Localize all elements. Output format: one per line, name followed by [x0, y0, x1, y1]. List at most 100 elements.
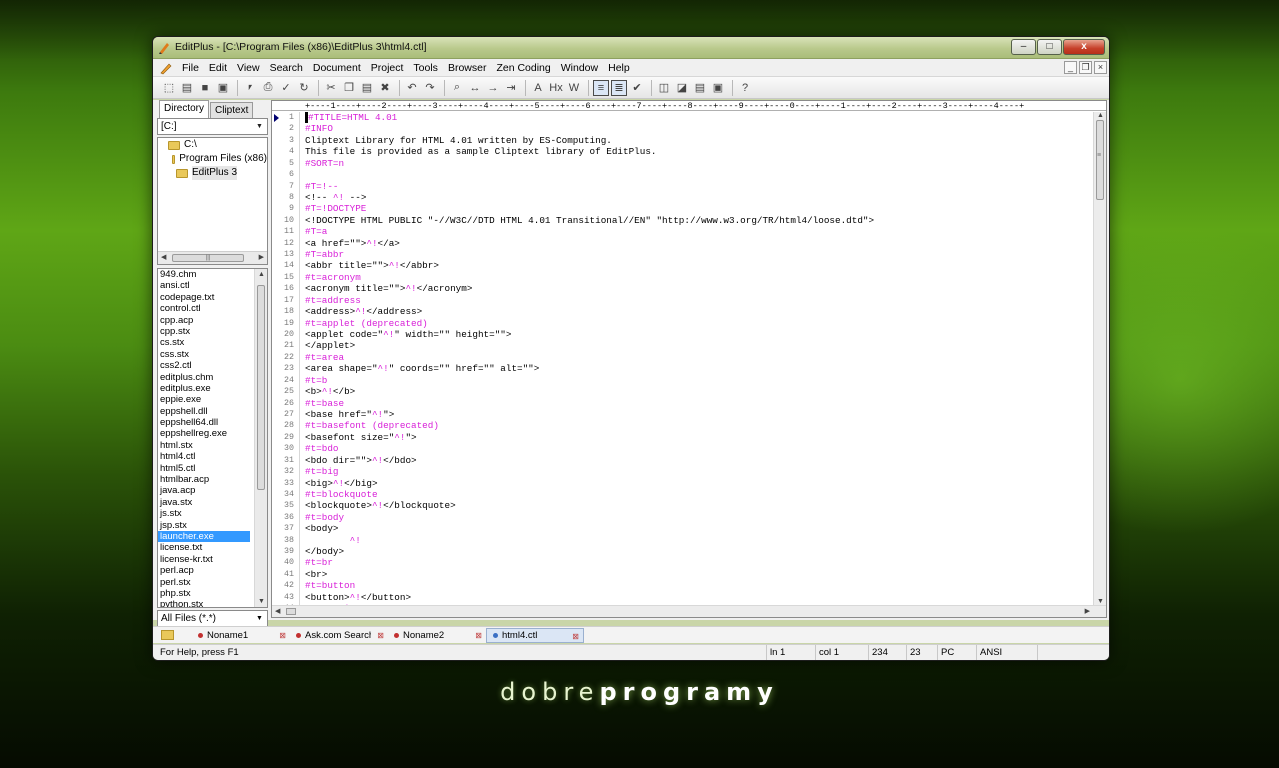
file-list-item[interactable]: html4.ctl [158, 451, 250, 462]
ruler-icon[interactable]: ≡ [593, 79, 609, 96]
code-line[interactable]: 10 <!DOCTYPE HTML PUBLIC "-//W3C//DTD HTM… [272, 215, 1093, 226]
code-line[interactable]: 20 <applet code="^!" width="" height=""> [272, 329, 1093, 340]
word-wrap-icon[interactable]: W [566, 80, 582, 96]
full-screen-icon[interactable]: ▣ [710, 80, 726, 96]
file-list-item[interactable]: python.stx [158, 599, 250, 607]
cliptext-window-icon[interactable]: ◪ [674, 80, 690, 96]
tree-item-editplus[interactable]: EditPlus 3 [158, 166, 267, 180]
file-list-item[interactable]: cpp.stx [158, 326, 250, 337]
code-line[interactable]: 7 #T=!-- [272, 181, 1093, 192]
file-list-item[interactable]: perl.stx [158, 577, 250, 588]
menu-search[interactable]: Search [265, 59, 308, 77]
scroll-left-icon[interactable]: ◀ [161, 253, 166, 261]
scroll-down-icon[interactable]: ▼ [1097, 598, 1104, 605]
new-file-icon[interactable]: ⬚ [161, 80, 177, 96]
scroll-thumb[interactable] [286, 608, 296, 615]
minimize-button[interactable]: – [1011, 39, 1036, 55]
spell-check-icon[interactable]: ✓ [278, 80, 294, 96]
code-line[interactable]: 30 #t=bdo [272, 443, 1093, 454]
code-line[interactable]: 8 <!-- ^! --> [272, 192, 1093, 203]
code-line[interactable]: 39 </body> [272, 546, 1093, 557]
delete-icon[interactable]: ✖ [377, 80, 393, 96]
doc-tab-noname1[interactable]: Noname1 ⊠ [192, 628, 290, 643]
chevron-down-icon[interactable]: ▼ [253, 120, 266, 133]
font-icon[interactable]: A [530, 80, 546, 96]
menu-zen-coding[interactable]: Zen Coding [491, 59, 555, 77]
code-line[interactable]: 25 <b>^!</b> [272, 386, 1093, 397]
check-icon[interactable]: ✔ [629, 80, 645, 96]
menu-view[interactable]: View [232, 59, 265, 77]
hex-icon[interactable]: Hx [548, 80, 564, 96]
doc-tab-ask-com-search-er[interactable]: Ask.com Search Er ⊠ [290, 628, 388, 643]
code-line[interactable]: 18 <address>^!</address> [272, 306, 1093, 317]
code-line[interactable]: 35 <blockquote>^!</blockquote> [272, 500, 1093, 511]
mdi-restore-button[interactable]: ❐ [1079, 61, 1092, 74]
file-list-item[interactable]: cs.stx [158, 337, 250, 348]
tab-close-icon[interactable]: ⊠ [572, 629, 579, 642]
cut-icon[interactable]: ✂ [323, 80, 339, 96]
code-line[interactable]: 41 <br> [272, 569, 1093, 580]
drive-select[interactable]: [C:] ▼ [157, 118, 268, 135]
code-line[interactable]: 2 #INFO [272, 123, 1093, 134]
help-icon[interactable]: ? [737, 80, 753, 96]
file-list-item[interactable]: eppshellreg.exe [158, 428, 250, 439]
copy-icon[interactable]: ❐ [341, 80, 357, 96]
save-icon[interactable]: ■ [197, 80, 213, 96]
code-line[interactable]: 23 <area shape="^!" coords="" href="" alt… [272, 363, 1093, 374]
scroll-right-icon[interactable]: ▶ [1085, 607, 1090, 615]
file-list-item[interactable]: license-kr.txt [158, 554, 250, 565]
file-list-item[interactable]: perl.acp [158, 565, 250, 576]
file-list-item[interactable]: htmlbar.acp [158, 474, 250, 485]
code-editor[interactable]: +----1----+----2----+----3----+----4----… [271, 100, 1107, 618]
tab-directory[interactable]: Directory [159, 100, 210, 118]
open-icon[interactable]: ▤ [179, 80, 195, 96]
goto-icon[interactable]: ⇥ [503, 80, 519, 96]
code-line[interactable]: 32 #t=big [272, 466, 1093, 477]
maximize-button[interactable]: □ [1037, 39, 1062, 55]
menu-edit[interactable]: Edit [204, 59, 232, 77]
file-list-item[interactable]: license.txt [158, 542, 250, 553]
code-line[interactable]: 11 #T=a [272, 226, 1093, 237]
editor-vertical-scrollbar[interactable]: ▲ ≡ ▼ [1093, 112, 1106, 605]
file-list-item[interactable]: 949.chm [158, 269, 250, 280]
code-line[interactable]: 5 #SORT=n [272, 158, 1093, 169]
line-number-icon[interactable]: ≣ [611, 79, 627, 96]
code-line[interactable]: 26 #t=base [272, 398, 1093, 409]
file-list-item[interactable]: codepage.txt [158, 292, 250, 303]
menu-browser[interactable]: Browser [443, 59, 492, 77]
find-next-icon[interactable]: → [485, 80, 501, 96]
file-list-item[interactable]: eppshell.dll [158, 406, 250, 417]
browser-icon[interactable]: ↻ [296, 80, 312, 96]
tree-item-root[interactable]: C:\ [158, 138, 267, 152]
menu-tools[interactable]: Tools [408, 59, 443, 77]
code-line[interactable]: 12 <a href="">^!</a> [272, 238, 1093, 249]
scroll-thumb[interactable]: ||| [172, 254, 244, 262]
code-line[interactable]: 37 <body> [272, 523, 1093, 534]
tab-close-icon[interactable]: ⊠ [279, 628, 286, 643]
file-list-item[interactable]: js.stx [158, 508, 250, 519]
undo-icon[interactable]: ↶ [404, 80, 420, 96]
menu-project[interactable]: Project [366, 59, 409, 77]
file-list-item[interactable]: eppshell64.dll [158, 417, 250, 428]
menu-file[interactable]: File [177, 59, 204, 77]
print-preview-icon[interactable]: ⎖ [242, 80, 258, 96]
replace-icon[interactable]: ↔ [467, 80, 483, 96]
file-list-item[interactable]: php.stx [158, 588, 250, 599]
code-line[interactable]: 17 #t=address [272, 295, 1093, 306]
doc-tab-html4-ctl[interactable]: html4.ctl ⊠ [486, 627, 584, 643]
file-list-item[interactable]: css2.ctl [158, 360, 250, 371]
chevron-down-icon[interactable]: ▼ [253, 612, 266, 625]
code-line[interactable]: 21 </applet> [272, 340, 1093, 351]
doc-tab-noname2[interactable]: Noname2 ⊠ [388, 628, 486, 643]
file-list-scrollbar[interactable]: ▲ ▼ [254, 269, 267, 607]
code-line[interactable]: 34 #t=blockquote [272, 489, 1093, 500]
code-line[interactable]: 42 #t=button [272, 580, 1093, 591]
file-list-item[interactable]: editplus.chm [158, 372, 250, 383]
code-line[interactable]: 43 <button>^!</button> [272, 592, 1093, 603]
code-line[interactable]: 31 <bdo dir="">^!</bdo> [272, 455, 1093, 466]
scroll-down-icon[interactable]: ▼ [258, 598, 265, 605]
editor-horizontal-scrollbar[interactable]: ◀ ▶ [272, 605, 1106, 617]
code-line[interactable]: 6 [272, 169, 1093, 180]
code-line[interactable]: 1 #TITLE=HTML 4.01 [272, 112, 1093, 123]
scroll-right-icon[interactable]: ▶ [259, 253, 264, 261]
